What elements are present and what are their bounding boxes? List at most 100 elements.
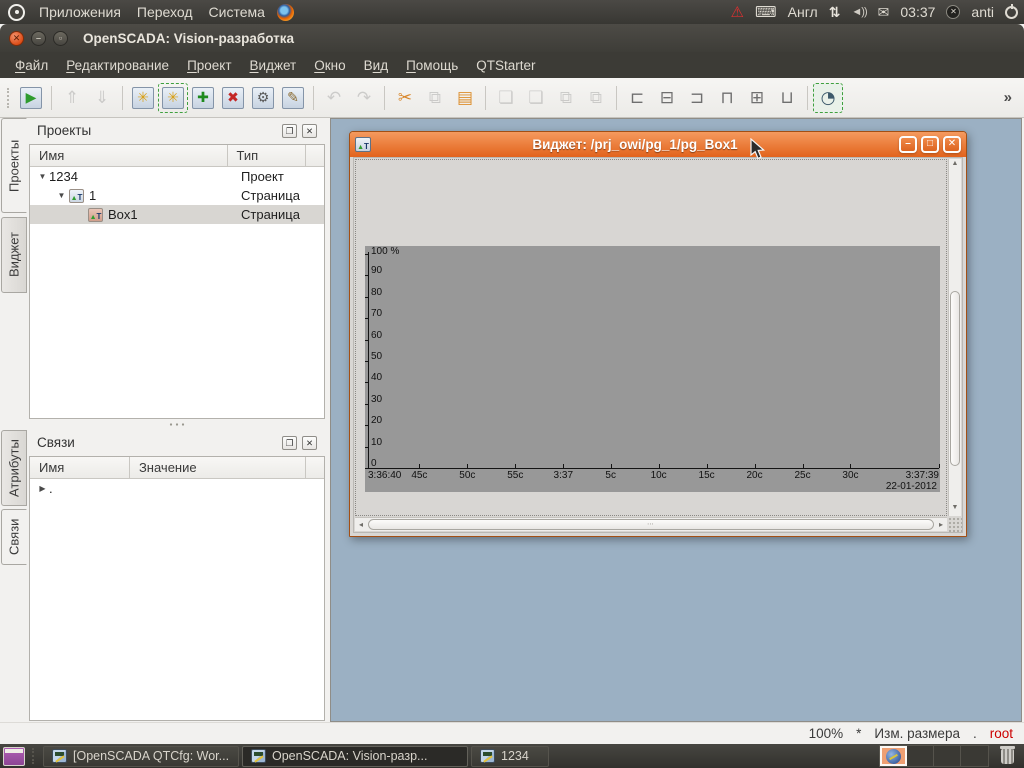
align-right-button[interactable]: ⊐	[682, 83, 712, 113]
cut-button[interactable]: ✂	[390, 83, 420, 113]
taskbar-button-2[interactable]: OpenSCADA: Vision-разр...	[242, 746, 468, 767]
align-left-button[interactable]: ⊏	[622, 83, 652, 113]
x-tick-label: 3:37	[554, 471, 573, 481]
trend-widget[interactable]: 3:36:4045с50с55с3:375с10с15с20с25с30с3:3…	[365, 246, 940, 492]
run-project-button[interactable]: ▶	[16, 83, 46, 113]
align-bottom-button[interactable]: ⊔	[772, 83, 802, 113]
column-header-value[interactable]: Значение	[130, 457, 306, 478]
delete-page-button[interactable]: ✖	[218, 83, 248, 113]
page-canvas[interactable]: 3:36:4045с50с55с3:375с10с15с20с25с30с3:3…	[355, 159, 947, 516]
scroll-right-icon[interactable]: ▸	[935, 518, 947, 531]
scroll-up-icon[interactable]: ▲	[949, 160, 961, 171]
close-panel-button[interactable]: ✕	[302, 124, 317, 138]
warning-icon[interactable]: ⚠	[731, 3, 744, 21]
main-titlebar[interactable]: ✕ – ▫ OpenSCADA: Vision-разработка	[0, 24, 1024, 52]
resize-grip[interactable]	[948, 517, 962, 532]
keyboard-icon[interactable]: ⌨	[755, 3, 777, 21]
tab-widget[interactable]: Виджет	[1, 217, 27, 293]
top-panel: ПриложенияПереходСистема ⚠ ⌨ Англ ⇅ ◄)) …	[0, 0, 1024, 24]
horizontal-scrollbar-thumb[interactable]: ⋯	[368, 519, 934, 530]
widget-window-title: Виджет: /prj_owi/pg_1/pg_Box1	[371, 137, 899, 152]
desktop: ПриложенияПереходСистема ⚠ ⌨ Англ ⇅ ◄)) …	[0, 0, 1024, 768]
trash-icon[interactable]	[1001, 749, 1014, 764]
new-project-button[interactable]: ✳	[128, 83, 158, 113]
taskbar-button-3[interactable]: 1234	[471, 746, 549, 767]
scroll-down-icon[interactable]: ▼	[949, 504, 961, 515]
column-header-name[interactable]: Имя	[30, 457, 130, 478]
align-vert-center-button[interactable]: ⊟	[652, 83, 682, 113]
child-minimize-button[interactable]: –	[899, 136, 917, 153]
workspace-cell-2[interactable]	[907, 746, 934, 766]
widget-window-titlebar[interactable]: ▲T Виджет: /prj_owi/pg_1/pg_Box1 – □ ✕	[350, 132, 966, 157]
vertical-scrollbar-thumb[interactable]	[950, 291, 960, 466]
child-close-button[interactable]: ✕	[943, 136, 961, 153]
status-mode: Изм. размера	[874, 726, 960, 741]
toolbar-handle	[7, 88, 11, 108]
power-icon[interactable]	[1005, 6, 1018, 19]
desktop-menu-1[interactable]: Приложения	[31, 2, 129, 22]
add-page-button[interactable]: ✚	[188, 83, 218, 113]
menu-window[interactable]: Окно	[305, 56, 354, 75]
links-row[interactable]: ▶.	[30, 479, 324, 498]
column-header-name[interactable]: Имя	[30, 145, 228, 166]
status-zoom: 100%	[809, 726, 844, 741]
ubuntu-logo-icon[interactable]	[8, 4, 25, 21]
visual-item-cursor-button[interactable]: ◔	[813, 83, 843, 113]
maximize-button[interactable]: ▫	[53, 31, 68, 46]
desktop-menu-3[interactable]: Система	[201, 2, 273, 22]
y-tick	[365, 318, 368, 319]
mail-icon[interactable]: ✉	[878, 4, 890, 21]
align-bottom-icon: ⊔	[780, 88, 793, 108]
tab-attributes[interactable]: Атрибуты	[1, 430, 27, 506]
menu-edit[interactable]: Редактирование	[57, 56, 178, 75]
menu-qtstarter[interactable]: QTStarter	[467, 56, 544, 75]
paste-button[interactable]: ▤	[450, 83, 480, 113]
scroll-left-icon[interactable]: ◂	[355, 518, 367, 531]
close-button[interactable]: ✕	[9, 31, 24, 46]
expander-icon[interactable]: ▼	[55, 191, 68, 200]
show-desktop-button[interactable]	[3, 747, 25, 766]
expander-icon[interactable]: ▼	[36, 172, 49, 181]
align-horiz-center-button[interactable]: ⊞	[742, 83, 772, 113]
page-properties-button[interactable]: ⚙	[248, 83, 278, 113]
menu-widget[interactable]: Виджет	[241, 56, 306, 75]
volume-icon[interactable]: ◄))	[851, 6, 866, 18]
toolbar-overflow-icon[interactable]: »	[1004, 89, 1018, 106]
desktop-menu-2[interactable]: Переход	[129, 2, 201, 22]
column-header-type[interactable]: Тип	[228, 145, 307, 166]
x-tick	[707, 464, 708, 468]
menu-help[interactable]: Помощь	[397, 56, 467, 75]
workspace-cell-3[interactable]	[934, 746, 961, 766]
expander-icon[interactable]: ▶	[36, 484, 49, 493]
menu-view[interactable]: Вид	[355, 56, 397, 75]
network-icon[interactable]: ⇅	[829, 4, 841, 21]
user-status-icon[interactable]: ✕	[946, 5, 960, 19]
firefox-icon[interactable]	[277, 4, 294, 21]
minimize-button[interactable]: –	[31, 31, 46, 46]
horizontal-scrollbar[interactable]: ◂ ⋯ ▸	[355, 517, 947, 531]
delete-page-icon: ✖	[222, 87, 244, 109]
tab-projects[interactable]: Проекты	[1, 118, 27, 213]
user-menu[interactable]: anti	[971, 4, 994, 20]
menu-file[interactable]: Файл	[6, 56, 57, 75]
vertical-scrollbar[interactable]: ▲ ▼	[948, 159, 961, 516]
panel-splitter[interactable]	[28, 420, 326, 429]
close-panel-button[interactable]: ✕	[302, 436, 317, 450]
tree-row-Box1[interactable]: ▲TBox1Страница	[30, 205, 324, 224]
widget-window-body: 3:36:4045с50с55с3:375с10с15с20с25с30с3:3…	[353, 157, 963, 533]
workspace-cell-1[interactable]	[880, 746, 907, 766]
new-widget-library-button[interactable]: ✳	[158, 83, 188, 113]
child-maximize-button[interactable]: □	[921, 136, 939, 153]
keyboard-layout[interactable]: Англ	[788, 4, 818, 20]
taskbar-button-1[interactable]: [OpenSCADA QTCfg: Wor...	[43, 746, 239, 767]
tree-row-1[interactable]: ▼▲T1Страница	[30, 186, 324, 205]
menu-project[interactable]: Проект	[178, 56, 240, 75]
align-top-button[interactable]: ⊓	[712, 83, 742, 113]
float-panel-button[interactable]: ❐	[282, 436, 297, 450]
float-panel-button[interactable]: ❐	[282, 124, 297, 138]
workspace-cell-4[interactable]	[961, 746, 988, 766]
clock[interactable]: 03:37	[900, 4, 935, 20]
edit-page-button[interactable]: ✎	[278, 83, 308, 113]
tab-links[interactable]: Связи	[1, 509, 27, 565]
tree-row-1234[interactable]: ▼1234Проект	[30, 167, 324, 186]
